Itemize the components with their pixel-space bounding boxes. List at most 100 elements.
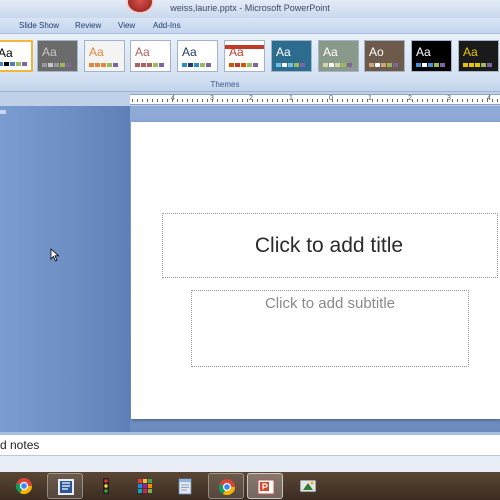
- ruler-tick: [187, 99, 188, 102]
- theme-thumbnail[interactable]: Aa: [0, 40, 33, 72]
- ruler-tick: [212, 99, 213, 102]
- taskbar-button[interactable]: [208, 473, 244, 499]
- theme-thumbnail[interactable]: Aa: [130, 40, 171, 72]
- ruler-tick: [192, 99, 193, 102]
- ruler-tick: [167, 99, 168, 102]
- apps-grid-icon: [138, 479, 152, 493]
- ruler-tick: [417, 99, 418, 102]
- ruler-tick: [172, 99, 173, 102]
- ruler-tick: [362, 99, 363, 102]
- ruler-tick: [177, 99, 178, 102]
- subtitle-placeholder-text: Click to add subtitle: [264, 295, 396, 312]
- theme-color-swatches: [42, 63, 72, 67]
- theme-color-swatches: [276, 63, 306, 67]
- ruler-tick: [462, 99, 463, 102]
- ruler-tick: [222, 99, 223, 102]
- ruler-tick: [297, 99, 298, 102]
- ruler-tick: [227, 99, 228, 102]
- theme-sample-text: Aa: [276, 45, 291, 59]
- word-icon: [58, 479, 74, 495]
- notes-pane[interactable]: d notes: [0, 435, 500, 456]
- tab-view[interactable]: View: [118, 21, 135, 30]
- ruler-tick: [142, 99, 143, 102]
- ruler-tick: [392, 99, 393, 102]
- ruler-tick: [262, 99, 263, 102]
- ribbon: Aa Aa Aa Aa Aa Aa Aa Aa Ao Aa Aa Themes: [0, 34, 500, 92]
- window-title: weiss,laurie.pptx - Microsoft PowerPoint: [170, 3, 330, 13]
- ribbon-tabs: Slide Show Review View Add-Ins: [0, 18, 500, 34]
- ruler-tick: [237, 99, 238, 102]
- theme-thumbnail[interactable]: Aa: [224, 40, 265, 72]
- powerpoint-icon: [257, 479, 275, 495]
- taskbar-button[interactable]: [247, 473, 283, 499]
- ruler-tick: [487, 99, 488, 102]
- notes-placeholder-text: d notes: [0, 438, 40, 452]
- theme-sample-text: Aa: [463, 45, 478, 59]
- slides-pane[interactable]: [0, 106, 130, 432]
- title-placeholder[interactable]: Click to add title: [162, 213, 498, 278]
- ruler-tick: [367, 99, 368, 102]
- ruler-tick: [257, 99, 258, 102]
- theme-sample-text: Aa: [182, 45, 197, 59]
- ruler-tick: [442, 99, 443, 102]
- theme-sample-text: Aa: [416, 45, 431, 59]
- ruler-tick: [182, 99, 183, 102]
- taskbar-button[interactable]: [88, 473, 124, 499]
- ruler-tick: [397, 99, 398, 102]
- ruler-tick: [337, 99, 338, 102]
- theme-color-swatches: [323, 63, 353, 67]
- tab-add-ins[interactable]: Add-Ins: [153, 21, 181, 30]
- theme-sample-text: Aa: [323, 45, 338, 59]
- horizontal-ruler[interactable]: 432101234: [130, 94, 500, 105]
- ruler-tick: [372, 99, 373, 102]
- theme-thumbnail[interactable]: Aa: [318, 40, 359, 72]
- ruler-tick: [287, 99, 288, 102]
- ruler-tick: [132, 99, 133, 102]
- theme-color-swatches: [369, 63, 399, 67]
- ruler-tick: [207, 99, 208, 102]
- theme-thumbnail[interactable]: Aa: [271, 40, 312, 72]
- ruler-tick: [482, 99, 483, 102]
- theme-thumbnail[interactable]: Aa: [37, 40, 78, 72]
- taskbar-button[interactable]: [6, 473, 42, 499]
- taskbar-button[interactable]: [167, 473, 203, 499]
- ruler-tick: [402, 99, 403, 102]
- ruler-tick: [432, 99, 433, 102]
- theme-thumbnail[interactable]: Aa: [177, 40, 218, 72]
- ruler-tick: [272, 99, 273, 102]
- ruler-tick: [277, 99, 278, 102]
- mouse-cursor-icon: [50, 248, 60, 262]
- taskbar-button[interactable]: [47, 473, 83, 499]
- ruler-tick: [247, 99, 248, 102]
- ruler-tick: [457, 99, 458, 102]
- ruler-tick: [157, 99, 158, 102]
- ruler-tick: [317, 99, 318, 102]
- notepad-icon: [178, 478, 192, 495]
- theme-thumbnail[interactable]: Aa: [411, 40, 452, 72]
- themes-group-label: Themes: [210, 80, 240, 89]
- theme-color-swatches: [135, 63, 165, 67]
- ruler-tick: [242, 99, 243, 102]
- theme-thumbnail[interactable]: Aa: [84, 40, 125, 72]
- theme-color-swatches: [182, 63, 212, 67]
- theme-color-swatches: [89, 63, 119, 67]
- tab-slide-show[interactable]: Slide Show: [19, 21, 59, 30]
- subtitle-placeholder[interactable]: Click to add subtitle: [191, 290, 469, 367]
- ruler-tick: [437, 99, 438, 102]
- ruler-tick: [352, 99, 353, 102]
- ruler-tick: [447, 99, 448, 102]
- ruler-tick: [322, 99, 323, 102]
- ruler-tick: [307, 99, 308, 102]
- taskbar-button[interactable]: [290, 473, 326, 499]
- taskbar-button[interactable]: [127, 473, 163, 499]
- chrome-icon: [15, 478, 33, 495]
- theme-thumbnail[interactable]: Ao: [364, 40, 405, 72]
- ruler-tick: [452, 99, 453, 102]
- theme-sample-text: Aa: [89, 45, 104, 59]
- theme-thumbnail[interactable]: Aa: [458, 40, 499, 72]
- theme-color-swatches: [463, 63, 493, 67]
- ruler-tick: [467, 99, 468, 102]
- theme-sample-text: Aa: [42, 45, 57, 59]
- tab-review[interactable]: Review: [75, 21, 101, 30]
- taskbar: [0, 472, 500, 500]
